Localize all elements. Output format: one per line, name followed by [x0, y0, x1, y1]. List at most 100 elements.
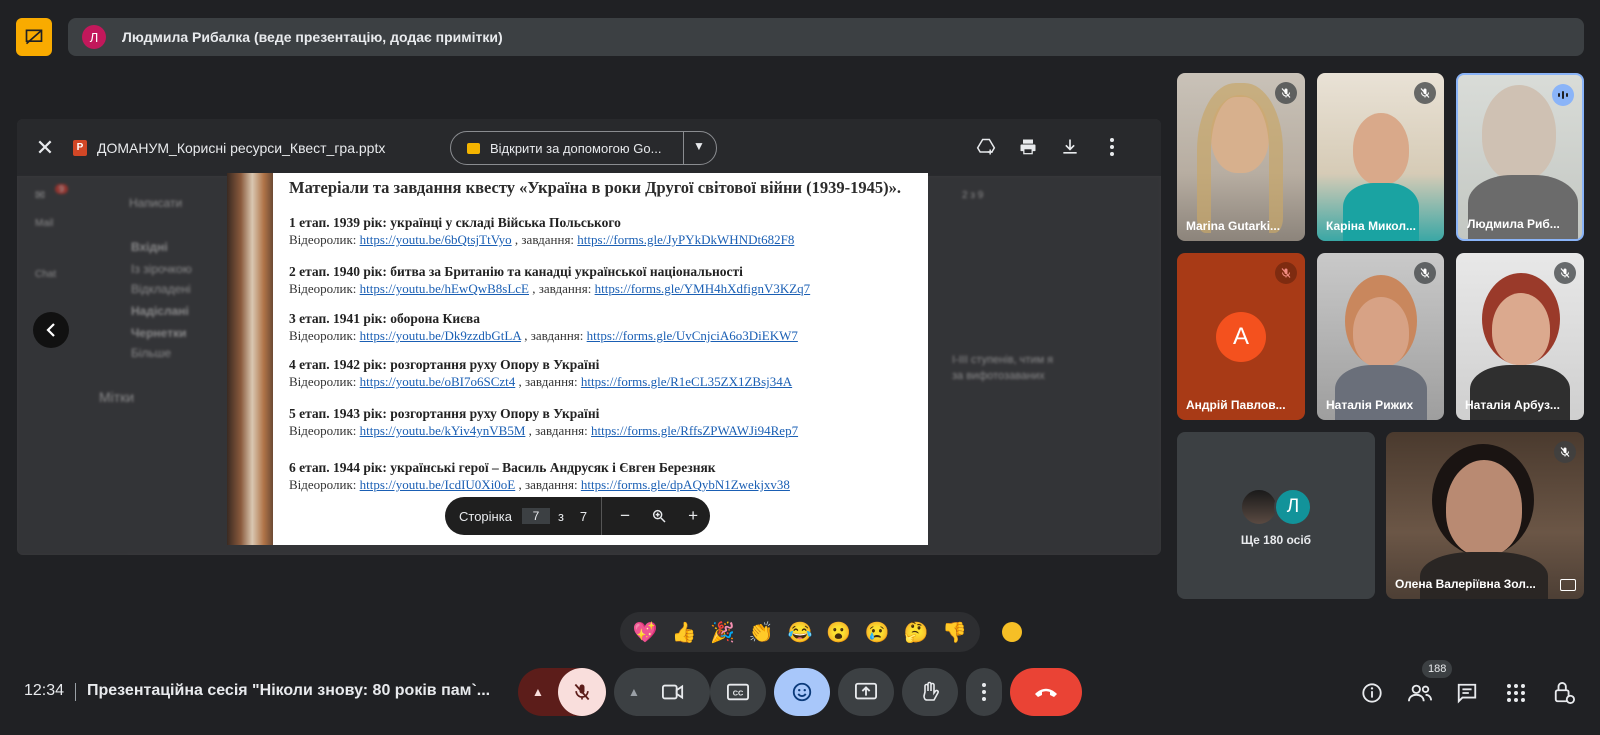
others-tile[interactable]: Л Ще 180 осіб	[1177, 432, 1375, 599]
reaction-thinking[interactable]: 🤔	[903, 620, 928, 645]
bg-starred: Із зірочкою	[131, 262, 192, 276]
activities-grid-icon[interactable]	[1504, 681, 1528, 705]
end-call-button[interactable]	[1010, 668, 1082, 716]
mic-off-icon	[1414, 262, 1436, 284]
camera-options-chevron-icon[interactable]: ▲	[628, 685, 640, 699]
video-link[interactable]: https://youtu.be/IcdIU0Xi0oE	[360, 477, 516, 492]
task-link[interactable]: https://forms.gle/dpAQybN1Zwekjxv38	[581, 477, 790, 492]
more-vert-icon	[982, 683, 986, 701]
chevron-down-icon[interactable]: ▼	[693, 139, 705, 153]
participant-tile-speaking[interactable]: Людмила Риб...	[1456, 73, 1584, 241]
stage-title: 6 етап. 1944 рік: українські герої – Вас…	[289, 460, 716, 475]
participant-name: Наталія Рижих	[1326, 398, 1414, 412]
mic-off-icon	[1275, 82, 1297, 104]
participant-tile[interactable]: Marina Gutarki...	[1177, 73, 1305, 241]
participant-tile[interactable]: Наталія Арбуз...	[1456, 253, 1584, 420]
previous-page-button[interactable]	[33, 312, 69, 348]
stage-item: 1 етап. 1939 рік: українці у складі Війс…	[289, 214, 914, 248]
page-label: Сторінка	[459, 508, 512, 524]
reaction-sad[interactable]: 😢	[865, 620, 890, 645]
bg-drafts: Чернетки	[131, 326, 187, 340]
page-number-input[interactable]: 7	[521, 508, 550, 524]
chat-icon[interactable]	[1455, 681, 1479, 705]
participant-tile[interactable]: А Андрій Павлов...	[1177, 253, 1305, 420]
reaction-laugh[interactable]: 😂	[788, 620, 813, 645]
others-avatar: Л	[1274, 488, 1312, 526]
mic-options-chevron-icon[interactable]: ▲	[532, 685, 544, 699]
mic-toggle-button[interactable]	[558, 668, 606, 716]
bg-more: Більше	[131, 346, 172, 360]
reaction-thumbs-up[interactable]: 👍	[672, 620, 697, 645]
mic-off-icon	[574, 683, 590, 701]
reactions-button[interactable]	[774, 668, 830, 716]
speaking-indicator-icon	[1552, 84, 1574, 106]
reactions-bar: 💖 👍 🎉 👏 😂 😮 😢 🤔 👎	[620, 612, 980, 652]
stage-links: Відеоролик: https://youtu.be/Dk9zzdbGtLA…	[289, 328, 798, 343]
participant-name: Наталія Арбуз...	[1465, 398, 1560, 412]
camera-control-group: ▲	[614, 668, 710, 716]
task-link[interactable]: https://forms.gle/YMH4hXdfignV3KZq7	[595, 281, 811, 296]
bg-badge: 9	[55, 184, 69, 194]
video-link[interactable]: https://youtu.be/hEwQwB8sLcE	[360, 281, 529, 296]
bg-sent: Надіслані	[131, 304, 189, 318]
raise-hand-button[interactable]	[902, 668, 958, 716]
people-icon[interactable]	[1408, 681, 1432, 705]
powerpoint-icon: P	[73, 139, 87, 156]
presentation-panel: ✕ P ДОМАНУМ_Корисні ресурси_Квест_гра.pp…	[17, 119, 1161, 555]
people-count-badge: 188	[1422, 660, 1453, 678]
task-link[interactable]: https://forms.gle/R1eCL35ZX1ZBsj34A	[581, 374, 792, 389]
stage-links: Відеоролик: https://youtu.be/kYiv4ynVB5M…	[289, 423, 799, 438]
more-options-button[interactable]	[966, 668, 1002, 716]
presenter-bar: Л Людмила Рибалка (веде презентацію, дод…	[68, 18, 1584, 56]
reaction-thumbs-down[interactable]: 👎	[942, 620, 967, 645]
participant-tile[interactable]: Олена Валеріївна Зол...	[1386, 432, 1584, 599]
pip-icon[interactable]	[1560, 579, 1576, 591]
bg-labels: Мітки	[99, 389, 135, 405]
mic-off-icon	[1554, 441, 1576, 463]
camera-icon[interactable]	[661, 683, 684, 701]
video-link[interactable]: https://youtu.be/oBI7o6SCzt4	[360, 374, 516, 389]
skin-tone-picker[interactable]	[1002, 622, 1022, 642]
participant-tile[interactable]: Каріна Микол...	[1317, 73, 1444, 241]
task-link[interactable]: https://forms.gle/JyPYkDkWHNDt682F8	[577, 232, 794, 247]
stage-links: Відеоролик: https://youtu.be/oBI7o6SCzt4…	[289, 374, 793, 389]
reaction-party[interactable]: 🎉	[710, 620, 735, 645]
zoom-in-icon[interactable]: +	[682, 505, 704, 527]
zoom-icon[interactable]	[648, 505, 670, 527]
participant-name: Олена Валеріївна Зол...	[1395, 577, 1536, 591]
slide-title: Матеріали та завдання квесту «Україна в …	[289, 178, 902, 197]
present-stop-icon[interactable]	[16, 18, 52, 56]
zoom-out-icon[interactable]: −	[614, 505, 636, 527]
present-button[interactable]	[838, 668, 894, 716]
stage-title: 5 етап. 1943 рік: розгортання руху Опору…	[289, 406, 600, 421]
stage-links: Відеоролик: https://youtu.be/hEwQwB8sLcE…	[289, 281, 811, 296]
video-link[interactable]: https://youtu.be/Dk9zzdbGtLA	[360, 328, 521, 343]
add-to-drive-icon[interactable]	[973, 134, 999, 160]
meeting-info-icon[interactable]	[1360, 681, 1384, 705]
video-link[interactable]: https://youtu.be/kYiv4ynVB5M	[360, 423, 526, 438]
more-vert-icon[interactable]	[1099, 134, 1125, 160]
stage-title: 3 етап. 1941 рік: оборона Києва	[289, 311, 480, 326]
download-icon[interactable]	[1057, 134, 1083, 160]
reaction-clap[interactable]: 👏	[749, 620, 774, 645]
participant-video-body	[1468, 175, 1578, 239]
task-link[interactable]: https://forms.gle/UvCnjciA6o3DiEKW7	[587, 328, 798, 343]
captions-button[interactable]: CC	[710, 668, 766, 716]
close-icon[interactable]: ✕	[31, 134, 59, 162]
stage-title: 2 етап. 1940 рік: битва за Британію та к…	[289, 264, 743, 279]
bg-chat-label: Chat	[35, 269, 57, 280]
host-controls-lock-icon[interactable]	[1552, 681, 1576, 705]
stage-item: 6 етап. 1944 рік: українські герої – Вас…	[289, 459, 914, 493]
open-with-button[interactable]: Відкрити за допомогою Go... ▼	[450, 131, 717, 165]
stage-item: 2 етап. 1940 рік: битва за Британію та к…	[289, 263, 914, 297]
present-icon	[855, 682, 877, 700]
presenter-avatar: Л	[82, 25, 106, 49]
task-link[interactable]: https://forms.gle/RffsZPWAWJi94Rep7	[591, 423, 798, 438]
reaction-surprised[interactable]: 😮	[826, 620, 851, 645]
video-link[interactable]: https://youtu.be/6bQtsjTtVyo	[360, 232, 512, 247]
print-icon[interactable]	[1015, 134, 1041, 160]
clock: 12:34	[24, 682, 65, 699]
slide-body: Матеріали та завдання квесту «Україна в …	[289, 177, 914, 493]
reaction-sparkling-heart[interactable]: 💖	[633, 620, 658, 645]
participant-tile[interactable]: Наталія Рижих	[1317, 253, 1444, 420]
